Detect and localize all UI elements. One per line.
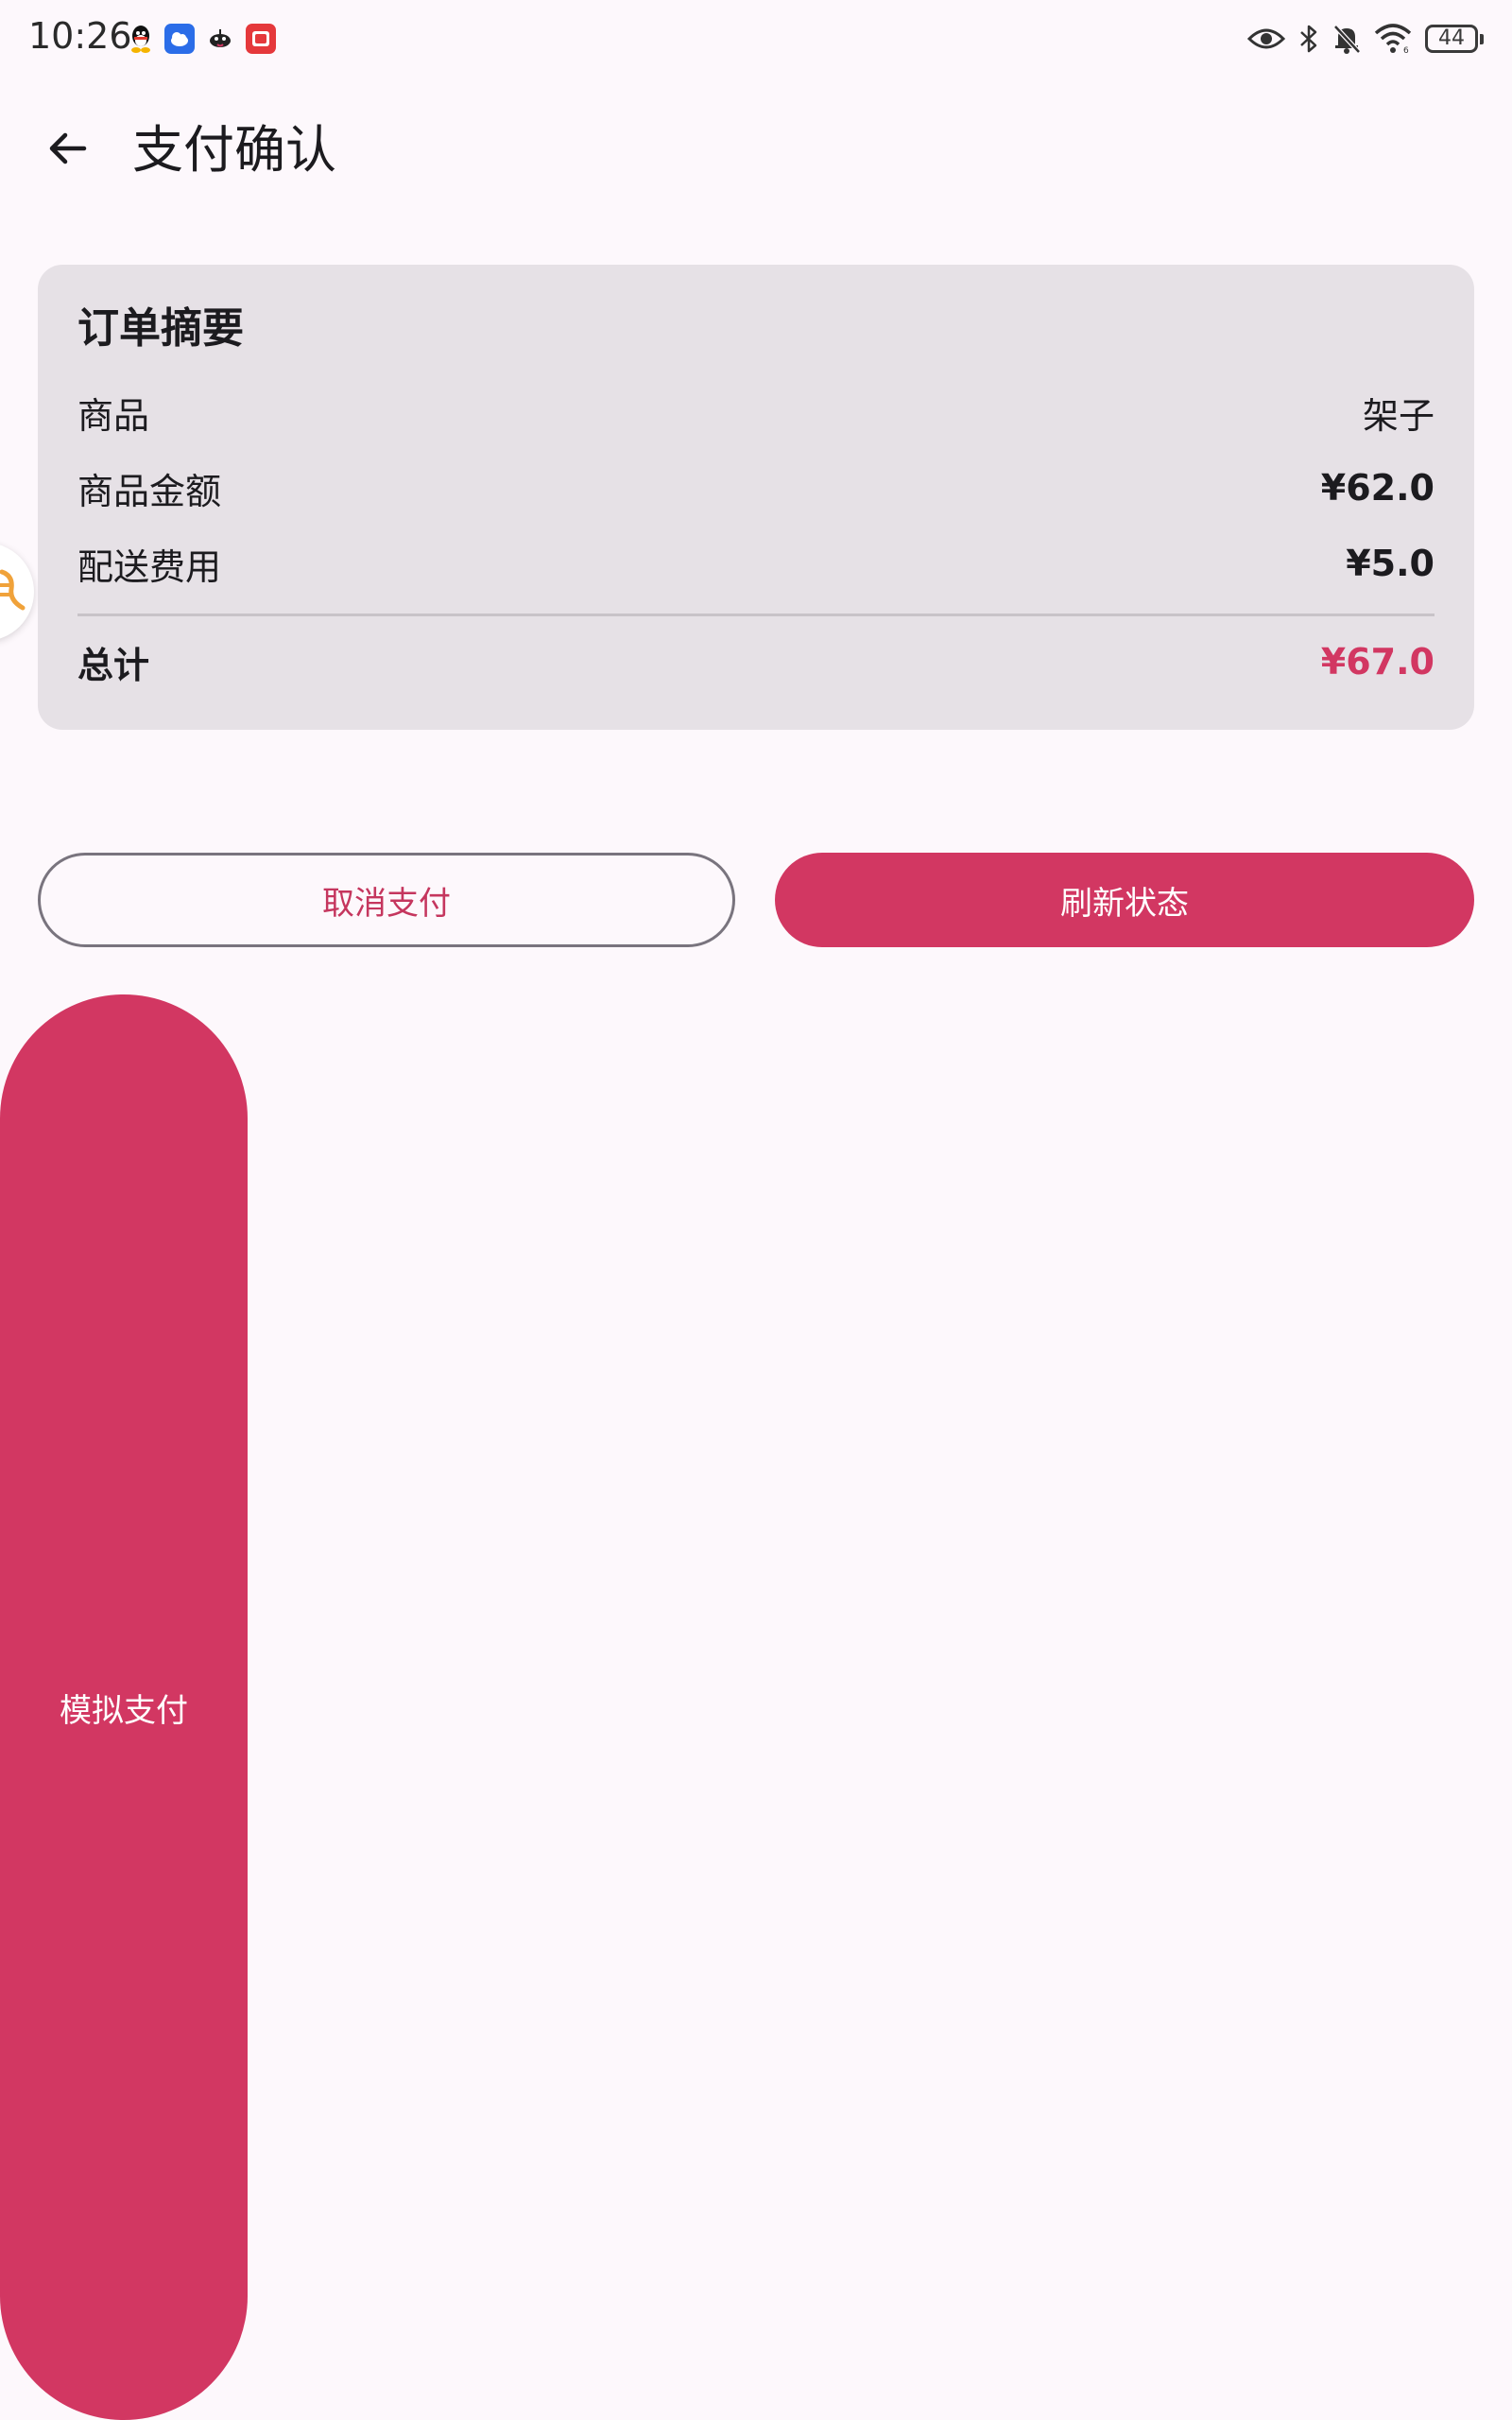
product-value: 架子 xyxy=(1362,394,1435,437)
amount-label: 商品金额 xyxy=(77,470,222,512)
total-value: ¥67.0 xyxy=(1320,641,1435,683)
cancel-payment-button[interactable]: 取消支付 xyxy=(38,853,735,947)
assistant-icon xyxy=(0,566,26,617)
total-label: 总计 xyxy=(77,644,150,686)
summary-row-total: 总计 ¥67.0 xyxy=(77,633,1435,690)
product-label: 商品 xyxy=(77,394,150,437)
summary-row-amount: 商品金额 ¥62.0 xyxy=(77,459,1435,516)
eye-icon xyxy=(1247,26,1285,52)
delivery-fee-value: ¥5.0 xyxy=(1346,543,1435,584)
cloud-app-icon xyxy=(164,24,195,54)
status-bar: 10:26 6 44 xyxy=(0,0,1512,76)
delivery-fee-label: 配送费用 xyxy=(77,545,222,588)
order-summary-card: 订单摘要 商品 架子 商品金额 ¥62.0 配送费用 ¥5.0 总计 ¥67.0 xyxy=(38,265,1474,730)
order-summary-title: 订单摘要 xyxy=(77,304,244,353)
refresh-status-button[interactable]: 刷新状态 xyxy=(775,853,1474,947)
battery-icon: 44 xyxy=(1425,25,1484,53)
arrow-back-icon xyxy=(46,128,88,173)
bell-off-icon xyxy=(1332,24,1361,54)
summary-divider xyxy=(77,614,1435,616)
system-icons: 6 44 xyxy=(1247,21,1484,57)
wifi-icon: 6 xyxy=(1374,24,1412,54)
bird-app-icon xyxy=(206,25,234,53)
bluetooth-icon xyxy=(1298,24,1319,54)
simulate-payment-button[interactable]: 模拟支付 xyxy=(0,994,248,2420)
status-time: 10:26 xyxy=(28,15,132,57)
amount-value: ¥62.0 xyxy=(1320,467,1435,509)
summary-row-delivery: 配送费用 ¥5.0 xyxy=(77,535,1435,592)
summary-row-product: 商品 架子 xyxy=(77,384,1435,441)
qq-icon xyxy=(129,24,153,54)
notification-icons xyxy=(129,23,276,55)
page-title: 支付确认 xyxy=(132,120,336,180)
floating-assistant-widget[interactable] xyxy=(0,543,34,641)
svg-text:6: 6 xyxy=(1403,46,1409,54)
red-app-icon xyxy=(246,24,276,54)
back-button[interactable] xyxy=(38,121,96,180)
